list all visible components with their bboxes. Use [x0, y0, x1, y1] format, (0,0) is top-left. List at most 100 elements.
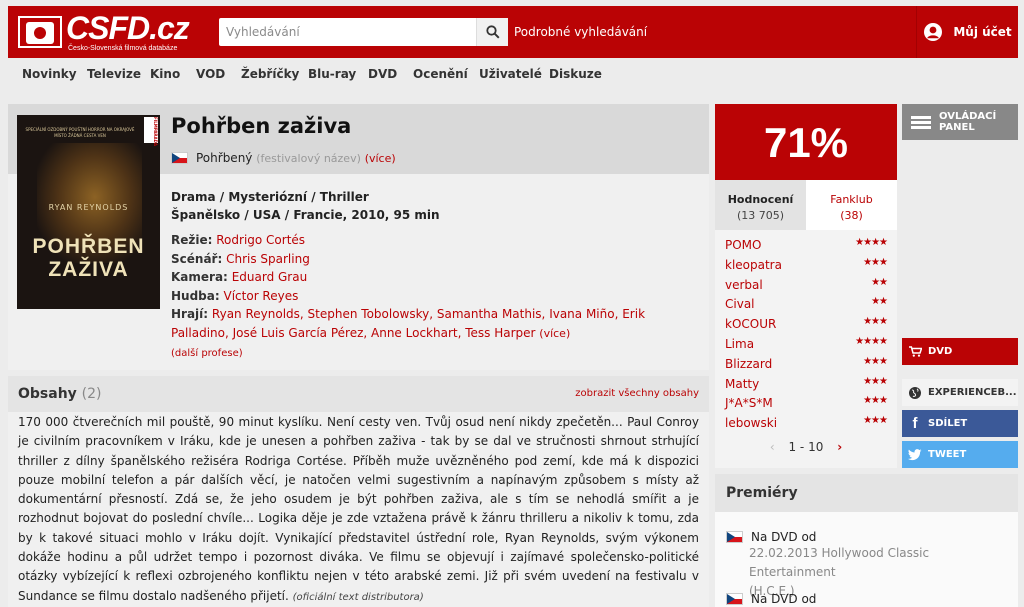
rating-stars: ★★	[871, 276, 888, 288]
rating-stars: ★★★★	[855, 237, 888, 248]
cast-links[interactable]: Ryan Reynolds, Stephen Tobolowsky, Saman…	[171, 307, 645, 340]
nav-televize[interactable]: Televize	[87, 67, 141, 81]
rating-user-link[interactable]: Blizzard	[725, 357, 772, 371]
director-link[interactable]: Rodrigo Cortés	[216, 233, 305, 247]
search-icon	[485, 25, 500, 39]
writer-link[interactable]: Chris Sparling	[226, 252, 310, 266]
logo-camera-icon	[18, 16, 62, 48]
menu-icon	[911, 114, 931, 131]
rating-stars: ★★★	[863, 375, 888, 387]
camera-label: Kamera:	[171, 270, 228, 284]
user-icon	[924, 23, 943, 41]
list-item: POMO ★★★★	[715, 236, 897, 256]
film-info-panel: SPECIÁLNÍ OZDOBNÝ POUŠTNÍ HORROR NA OKRA…	[8, 104, 709, 370]
premieres-heading: Premiéry	[726, 485, 798, 501]
rating-panel: 71% Hodnocení (13 705) Fanklub (38) POMO…	[715, 104, 897, 468]
advanced-search-link[interactable]: Podrobné vyhledávání	[514, 25, 647, 39]
plot-header: Obsahy (2) zobrazit všechny obsahy	[8, 376, 709, 412]
tab-ratings[interactable]: Hodnocení (13 705)	[715, 180, 806, 230]
poster-tagline: SPECIÁLNÍ OZDOBNÝ POUŠTNÍ HORROR NA OKRA…	[25, 127, 135, 138]
facebook-icon: f	[912, 415, 918, 432]
logo-subtitle: Česko-Slovenská filmová databáze	[68, 45, 178, 52]
twitter-tweet-button[interactable]: TWEET	[902, 441, 1018, 468]
main-nav: Novinky Televize Kino VOD Žebříčky Blu-r…	[8, 60, 1018, 90]
list-item: Cival ★★	[715, 295, 897, 315]
logo-text: CSFD.cz	[66, 10, 190, 46]
nav-zebricky[interactable]: Žebříčky	[241, 67, 299, 81]
csfd-logo[interactable]: CSFD.cz Česko-Slovenská filmová databáze	[18, 10, 190, 53]
rating-user-link[interactable]: lebowski	[725, 416, 777, 430]
dvd-shop-button[interactable]: DVD	[902, 338, 1018, 365]
experience-button[interactable]: EXPERIENCEB...	[902, 379, 1018, 406]
rating-stars: ★★★	[863, 355, 888, 367]
plot-heading: Obsahy (2)	[18, 386, 102, 402]
search-input[interactable]	[219, 18, 469, 46]
film-credits: Režie: Rodrigo Cortés Scénář: Chris Spar…	[171, 231, 696, 364]
director-label: Režie:	[171, 233, 213, 247]
rating-stars: ★★★	[863, 395, 888, 407]
film-origin: Španělsko / USA / Francie, 2010, 95 min	[171, 208, 440, 222]
rating-user-link[interactable]: kOCOUR	[725, 317, 776, 331]
camera-link[interactable]: Eduard Grau	[232, 270, 308, 284]
nav-uzivatele[interactable]: Uživatelé	[479, 67, 542, 81]
nav-dvd[interactable]: DVD	[368, 67, 397, 81]
film-poster[interactable]: SPECIÁLNÍ OZDOBNÝ POUŠTNÍ HORROR NA OKRA…	[17, 115, 160, 309]
music-link[interactable]: Víctor Reyes	[224, 289, 299, 303]
nav-diskuze[interactable]: Diskuze	[549, 67, 602, 81]
facebook-share-button[interactable]: f SDÍLET	[902, 410, 1018, 437]
poster-actor: RYAN REYNOLDS	[48, 203, 129, 212]
control-panel-button[interactable]: OVLÁDACÍ PANEL	[902, 104, 1018, 140]
writer-label: Scénář:	[171, 251, 223, 266]
cast-more-link[interactable]: (více)	[539, 327, 570, 340]
chevron-left-icon[interactable]: ‹	[770, 440, 775, 454]
rating-user-link[interactable]: Lima	[725, 337, 754, 351]
rating-user-link[interactable]: kleopatra	[725, 258, 782, 272]
czech-flag-icon	[171, 152, 188, 164]
rating-user-link[interactable]: verbal	[725, 278, 763, 292]
user-ratings-list: POMO ★★★★ kleopatra ★★★ verbal ★★ Cival ★★ k…	[715, 236, 897, 434]
alt-title: Pohřbený	[196, 151, 253, 165]
cast-label: Hrají:	[171, 307, 209, 321]
rating-user-link[interactable]: J*A*S*M	[725, 396, 773, 410]
list-item: J*A*S*M ★★★	[715, 394, 897, 414]
nav-novinky[interactable]: Novinky	[22, 67, 77, 81]
film-genres: Drama / Mysteriózní / Thriller	[171, 190, 369, 204]
film-genres-origin: Drama / Mysteriózní / Thriller Španělsko…	[171, 188, 440, 224]
globe-icon	[902, 386, 928, 400]
czech-flag-icon	[726, 531, 743, 543]
film-title: Pohřben zaživa	[171, 114, 352, 138]
rating-user-link[interactable]: POMO	[725, 238, 761, 252]
rating-tabs: Hodnocení (13 705) Fanklub (38)	[715, 180, 897, 230]
plot-count: (2)	[81, 386, 102, 402]
tab-fanclub[interactable]: Fanklub (38)	[806, 180, 897, 230]
alt-title-row: Pohřbený (festivalový název) (více)	[171, 151, 396, 165]
list-item: kOCOUR ★★★	[715, 315, 897, 335]
nav-bluray[interactable]: Blu-ray	[308, 67, 356, 81]
poster-tag: FILMPARADA	[144, 117, 158, 146]
premieres-panel: Premiéry Na DVD od 22.02.2013 Hollywood …	[715, 474, 1018, 607]
premiere-item: Na DVD od 22.02.2013 Hollywood Classic E…	[726, 530, 1016, 601]
list-item: kleopatra ★★★	[715, 256, 897, 276]
account-button[interactable]: Můj účet	[916, 6, 1018, 58]
nav-vod[interactable]: VOD	[196, 67, 225, 81]
rating-user-link[interactable]: Cival	[725, 297, 755, 311]
search-box	[219, 18, 508, 46]
nav-oceneni[interactable]: Ocenění	[413, 67, 468, 81]
alt-titles-more-link[interactable]: (více)	[365, 152, 396, 165]
rating-stars: ★★★	[863, 256, 888, 268]
plot-source: (oficiální text distributora)	[292, 591, 424, 603]
czech-flag-icon	[726, 593, 743, 605]
alt-title-note: (festivalový název)	[256, 151, 361, 165]
nav-kino[interactable]: Kino	[150, 67, 180, 81]
other-professions-link[interactable]: (další profese)	[171, 348, 243, 359]
rating-stars: ★★★	[863, 316, 888, 328]
rating-stars: ★★★	[863, 415, 888, 427]
list-item: verbal ★★	[715, 276, 897, 296]
rating-user-link[interactable]: Matty	[725, 377, 759, 391]
show-all-plots-link[interactable]: zobrazit všechny obsahy	[575, 388, 699, 399]
search-button[interactable]	[476, 18, 508, 46]
chevron-right-icon[interactable]: ›	[837, 440, 842, 454]
rating-stars: ★★★★	[855, 335, 888, 347]
plot-text: 170 000 čtverečních mil pouště, 90 minut…	[18, 415, 699, 603]
premiere-item: Na DVD od	[726, 592, 1016, 606]
